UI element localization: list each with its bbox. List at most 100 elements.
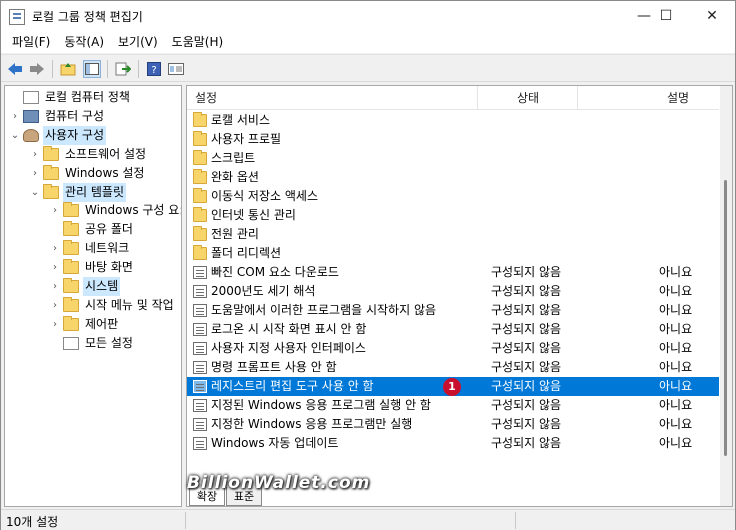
tree-item[interactable]: 공유 폴더 [5, 220, 181, 239]
setting-row[interactable]: 사용자 지정 사용자 인터페이스 구성되지 않음 아니요 [187, 339, 719, 358]
expander-chevron-icon[interactable]: › [29, 164, 41, 183]
menu-help[interactable]: 도움말(H) [165, 32, 231, 52]
show-hide-tree-icon[interactable] [83, 60, 101, 78]
expander-chevron-icon[interactable]: ⌄ [29, 183, 41, 202]
expander-chevron-icon[interactable]: › [49, 277, 61, 296]
setting-name: 명령 프롬프트 사용 안 함 [211, 360, 337, 374]
setting-row[interactable]: 명령 프롬프트 사용 안 함 구성되지 않음 아니요 [187, 358, 719, 377]
app-window: 로컬 그룹 정책 편집기 — ☐ ✕ 파일(F) 동작(A) 보기(V) 도움말… [0, 0, 736, 530]
folder-row[interactable]: 인터넷 통신 관리 [187, 206, 719, 225]
column-header-state[interactable]: 상태 [517, 86, 539, 110]
setting-row[interactable]: 2000년도 세기 해석 구성되지 않음 아니요 [187, 282, 719, 301]
setting-state: 구성되지 않음 [491, 379, 562, 393]
expander-chevron-icon[interactable]: › [29, 145, 41, 164]
policy-setting-icon [193, 399, 207, 412]
setting-state: 구성되지 않음 [491, 398, 562, 412]
tree-item[interactable]: 로컬 컴퓨터 정책 [5, 88, 181, 107]
tree-item[interactable]: › 시작 메뉴 및 작업 [5, 296, 181, 315]
folder-row[interactable]: 폴더 리디렉션 [187, 244, 719, 263]
policy-setting-icon [193, 266, 207, 279]
maximize-button[interactable]: ☐ [643, 1, 689, 31]
tree-item[interactable]: › 시스템 [5, 277, 181, 296]
folder-row[interactable]: 스크립트 [187, 149, 719, 168]
column-divider[interactable] [477, 86, 478, 110]
properties-icon[interactable] [167, 60, 185, 78]
status-text: 10개 설정 [6, 515, 59, 529]
setting-description: 아니요 [659, 360, 693, 374]
setting-name: 사용자 프로필 [211, 132, 282, 146]
setting-state: 구성되지 않음 [491, 417, 562, 431]
folder-row[interactable]: 완화 옵션 [187, 168, 719, 187]
setting-row[interactable]: 지정한 Windows 응용 프로그램만 실행 구성되지 않음 아니요 [187, 415, 719, 434]
tree-item[interactable]: ⌄ 관리 템플릿 [5, 182, 181, 202]
back-arrow-icon[interactable] [6, 60, 24, 78]
column-header-setting[interactable]: 설정 [195, 86, 217, 110]
folder-icon [63, 202, 79, 218]
expander-chevron-icon[interactable]: ⌄ [9, 126, 21, 145]
expander-chevron-icon[interactable]: › [49, 239, 61, 258]
tree-item-label: 네트워크 [85, 241, 130, 256]
folder-row[interactable]: 이동식 저장소 액세스 [187, 187, 719, 206]
watermark-text: BillionWallet.com [187, 473, 371, 493]
forward-arrow-icon[interactable] [28, 60, 46, 78]
setting-name: 사용자 지정 사용자 인터페이스 [211, 341, 366, 355]
help-icon[interactable]: ? [145, 60, 163, 78]
setting-name: 완화 옵션 [211, 170, 259, 184]
column-divider[interactable] [577, 86, 578, 110]
tree-item[interactable]: › Windows 구성 요: [5, 201, 181, 220]
expander-chevron-icon[interactable]: › [49, 315, 61, 334]
vertical-scrollbar[interactable] [720, 86, 732, 506]
folder-row[interactable]: 로캘 서비스 [187, 111, 719, 130]
setting-name: 이동식 저장소 액세스 [211, 189, 318, 203]
close-button[interactable]: ✕ [689, 1, 735, 31]
setting-row[interactable]: 지정된 Windows 응용 프로그램 실행 안 함 구성되지 않음 아니요 [187, 396, 719, 415]
setting-row[interactable]: 레지스트리 편집 도구 사용 안 함 구성되지 않음 아니요 1 [187, 377, 719, 396]
setting-name: 폴더 리디렉션 [211, 246, 282, 260]
tree-item[interactable]: › 컴퓨터 구성 [5, 107, 181, 126]
status-divider [185, 512, 186, 529]
folder-icon [63, 278, 79, 293]
tree-item-label: 바탕 화면 [85, 260, 133, 275]
setting-name: 로그온 시 시작 화면 표시 안 함 [211, 322, 367, 336]
step-number-badge: 1 [443, 378, 461, 396]
menu-action[interactable]: 동작(A) [57, 32, 111, 52]
setting-name: 전원 관리 [211, 227, 259, 241]
tree-item[interactable]: › 제어판 [5, 315, 181, 334]
column-header-description[interactable]: 설명 [667, 86, 689, 110]
setting-name: 도움말에서 이러한 프로그램을 시작하지 않음 [211, 303, 437, 317]
menu-view[interactable]: 보기(V) [111, 32, 165, 52]
expander-chevron-icon[interactable]: › [49, 296, 61, 315]
tree-item[interactable]: 모든 설정 [5, 334, 181, 353]
menu-file[interactable]: 파일(F) [5, 32, 57, 52]
setting-state: 구성되지 않음 [491, 341, 562, 355]
scrollbar-thumb[interactable] [724, 180, 727, 456]
tree-item[interactable]: › 바탕 화면 [5, 258, 181, 277]
toolbar-separator [107, 60, 108, 78]
tree-item-label: 소프트웨어 설정 [65, 146, 147, 161]
tree-item[interactable]: › 소프트웨어 설정 [5, 145, 181, 164]
tree-item[interactable]: › Windows 설정 [5, 164, 181, 183]
expander-chevron-icon[interactable]: › [49, 201, 61, 220]
folder-icon [193, 112, 207, 127]
folder-icon [63, 315, 79, 331]
up-folder-icon[interactable] [59, 60, 77, 78]
setting-row[interactable]: Windows 자동 업데이트 구성되지 않음 아니요 [187, 434, 719, 453]
folder-icon [63, 221, 79, 237]
setting-description: 아니요 [659, 265, 693, 279]
export-list-icon[interactable] [114, 60, 132, 78]
tree-item[interactable]: ⌄ 사용자 구성 [5, 125, 181, 145]
setting-row[interactable]: 빠진 COM 요소 다운로드 구성되지 않음 아니요 [187, 263, 719, 282]
tree-item-label: 관리 템플릿 [63, 182, 127, 202]
tree-item[interactable]: › 네트워크 [5, 239, 181, 258]
expander-chevron-icon[interactable]: › [9, 107, 21, 126]
folder-icon [193, 226, 207, 241]
folder-row[interactable]: 사용자 프로필 [187, 130, 719, 149]
tree-item-label: 모든 설정 [85, 335, 133, 350]
folder-row[interactable]: 전원 관리 [187, 225, 719, 244]
setting-row[interactable]: 로그온 시 시작 화면 표시 안 함 구성되지 않음 아니요 [187, 320, 719, 339]
folder-icon [43, 164, 59, 180]
tree-item-label: 시작 메뉴 및 작업 [85, 297, 174, 312]
expander-chevron-icon[interactable]: › [49, 258, 61, 277]
toolbar-separator [52, 60, 53, 78]
setting-row[interactable]: 도움말에서 이러한 프로그램을 시작하지 않음 구성되지 않음 아니요 [187, 301, 719, 320]
